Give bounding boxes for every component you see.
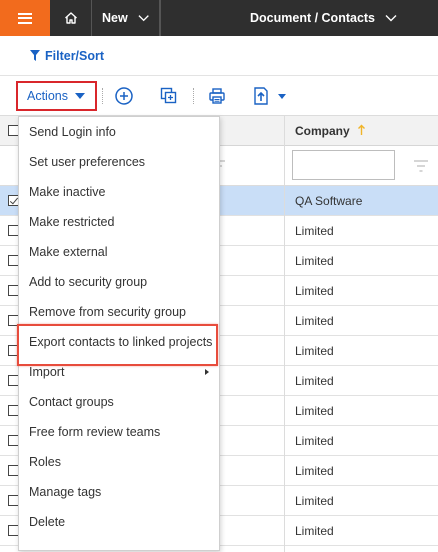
company-column-header[interactable]: Company bbox=[295, 124, 366, 138]
hamburger-icon bbox=[18, 12, 32, 24]
actions-label: Actions bbox=[27, 89, 68, 103]
caret-down-icon bbox=[75, 93, 85, 99]
menu-item-label: Roles bbox=[29, 455, 61, 469]
company-cell: QA Software bbox=[295, 194, 363, 208]
menu-item-label: Import bbox=[29, 365, 65, 379]
menu-item-add-to-security-group[interactable]: Add to security group bbox=[19, 267, 219, 297]
menu-item-label: Export contacts to linked projects bbox=[29, 335, 213, 349]
menu-item-label: Remove from security group bbox=[29, 305, 187, 319]
menu-item-label: Contact groups bbox=[29, 395, 114, 409]
caret-down-icon bbox=[278, 93, 286, 99]
divider bbox=[160, 0, 161, 36]
company-cell: Limited bbox=[295, 374, 334, 388]
menu-item-label: Manage tags bbox=[29, 485, 102, 499]
copy-icon bbox=[160, 87, 177, 104]
column-divider bbox=[284, 116, 285, 552]
hamburger-menu-button[interactable] bbox=[0, 0, 50, 36]
menu-item-make-inactive[interactable]: Make inactive bbox=[19, 177, 219, 207]
new-menu-label: New bbox=[102, 11, 128, 25]
menu-item-label: Add to security group bbox=[29, 275, 148, 289]
company-cell: Limited bbox=[295, 224, 334, 238]
toolbar-separator bbox=[193, 88, 194, 104]
company-cell: Limited bbox=[295, 404, 334, 418]
filter-bar: Filter/Sort bbox=[0, 36, 438, 76]
menu-item-manage-tags[interactable]: Manage tags bbox=[19, 477, 219, 507]
company-cell: Limited bbox=[295, 494, 334, 508]
menu-item-make-restricted[interactable]: Make restricted bbox=[19, 207, 219, 237]
add-circle-icon bbox=[115, 87, 133, 105]
new-menu[interactable]: New bbox=[92, 0, 160, 36]
export-icon bbox=[254, 87, 268, 105]
filter-sort-link[interactable]: Filter/Sort bbox=[45, 49, 104, 63]
print-icon bbox=[209, 88, 225, 104]
menu-item-set-user-preferences[interactable]: Set user preferences bbox=[19, 147, 219, 177]
menu-item-label: Make restricted bbox=[29, 215, 115, 229]
menu-item-label: Delete bbox=[29, 515, 66, 529]
company-cell: Limited bbox=[295, 314, 334, 328]
filter-icon[interactable] bbox=[30, 50, 40, 61]
sort-ascending-icon bbox=[358, 124, 366, 135]
home-icon bbox=[64, 12, 77, 24]
menu-item-roles[interactable]: Roles bbox=[19, 447, 219, 477]
copy-button[interactable] bbox=[158, 85, 180, 107]
company-cell: Limited bbox=[295, 284, 334, 298]
menu-item-remove-from-security-group[interactable]: Remove from security group bbox=[19, 297, 219, 327]
company-cell: Limited bbox=[295, 344, 334, 358]
menu-item-import[interactable]: Import bbox=[19, 357, 219, 387]
company-cell: Limited bbox=[295, 524, 334, 538]
company-cell: Limited bbox=[295, 464, 334, 478]
menu-item-label: Make external bbox=[29, 245, 108, 259]
menu-item-label: Set user preferences bbox=[29, 155, 146, 169]
actions-button[interactable]: Actions bbox=[16, 81, 97, 111]
menu-item-export-contacts-to-linked-projects[interactable]: Export contacts to linked projects bbox=[19, 327, 219, 357]
menu-item-make-external[interactable]: Make external bbox=[19, 237, 219, 267]
top-bar: New Document / Contacts bbox=[0, 0, 438, 36]
company-cell: Limited bbox=[295, 254, 334, 268]
export-button[interactable] bbox=[252, 85, 292, 107]
toolbar: Actions bbox=[0, 76, 438, 116]
menu-item-label: Make inactive bbox=[29, 185, 106, 199]
actions-dropdown-menu: Send Login info Set user preferences Make … bbox=[18, 116, 220, 551]
chevron-down-icon bbox=[138, 15, 149, 22]
menu-item-label: Free form review teams bbox=[29, 425, 161, 439]
home-button[interactable] bbox=[50, 0, 92, 36]
company-filter-input[interactable] bbox=[292, 150, 395, 180]
company-header-label: Company bbox=[295, 124, 350, 138]
chevron-down-icon bbox=[385, 15, 397, 22]
company-cell: Limited bbox=[295, 434, 334, 448]
add-button[interactable] bbox=[113, 85, 135, 107]
breadcrumb-menu[interactable]: Document / Contacts bbox=[160, 0, 438, 36]
menu-item-delete[interactable]: Delete bbox=[19, 507, 219, 537]
submenu-arrow-icon bbox=[205, 369, 209, 375]
print-button[interactable] bbox=[206, 85, 228, 107]
menu-item-send-login-info[interactable]: Send Login info bbox=[19, 117, 219, 147]
toolbar-separator bbox=[102, 88, 103, 104]
column-filter-icon[interactable] bbox=[414, 160, 428, 172]
menu-item-free-form-review-teams[interactable]: Free form review teams bbox=[19, 417, 219, 447]
menu-item-label: Send Login info bbox=[29, 125, 116, 139]
breadcrumb: Document / Contacts bbox=[250, 11, 376, 25]
menu-item-contact-groups[interactable]: Contact groups bbox=[19, 387, 219, 417]
